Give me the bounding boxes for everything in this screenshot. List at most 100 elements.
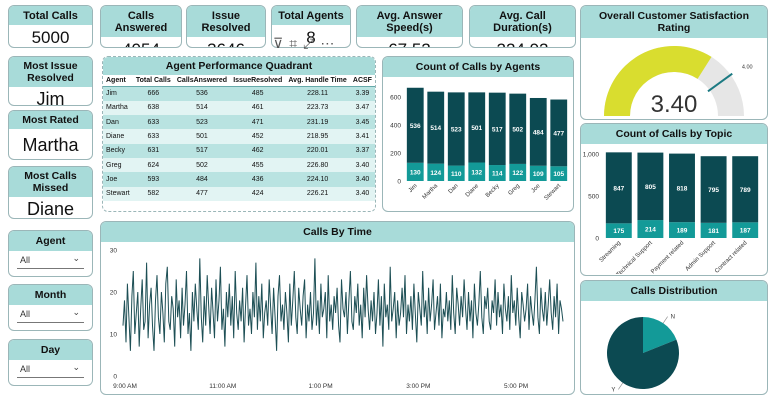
table-cell: Stewart bbox=[103, 186, 133, 201]
data-label: 175 bbox=[613, 228, 624, 235]
data-label: 214 bbox=[645, 227, 656, 234]
slicer-month[interactable]: Month All ⌄ bbox=[8, 284, 93, 331]
table-cell: 638 bbox=[132, 100, 174, 116]
chevron-down-icon: ⌄ bbox=[72, 253, 80, 263]
data-label: 818 bbox=[677, 185, 688, 192]
table-row: Greg 624 502 455 226.80 3.40 bbox=[103, 157, 375, 173]
x-tick-label: 1:00 PM bbox=[308, 383, 332, 390]
data-label: 130 bbox=[410, 169, 421, 176]
data-label: 132 bbox=[471, 169, 482, 176]
chart-title: Count of Calls by Agents bbox=[383, 57, 573, 77]
series-line bbox=[122, 258, 564, 351]
table-cell: 502 bbox=[173, 157, 231, 173]
visual-header-toolbar: ⊽⌗⤢⋯ bbox=[273, 35, 340, 52]
column-header[interactable]: Avg. Handle Time bbox=[285, 75, 350, 87]
data-label: 514 bbox=[430, 125, 441, 132]
table-cell: 3.40 bbox=[349, 186, 375, 201]
data-label: 477 bbox=[553, 130, 564, 137]
y-tick-label: 400 bbox=[390, 123, 401, 130]
expand-icon[interactable]: ⤢ bbox=[303, 35, 320, 51]
calls-by-agents-chart: 0 200 400 600 536 130 Jim 514 124 Martha 523 110 Dan… bbox=[390, 87, 568, 202]
y-tick-label: 0 bbox=[397, 179, 401, 186]
data-label: 501 bbox=[471, 125, 482, 132]
table-cell: 633 bbox=[132, 115, 174, 130]
table-cell: 593 bbox=[132, 172, 174, 187]
chevron-down-icon: ⌄ bbox=[72, 362, 80, 372]
data-label: 847 bbox=[613, 185, 624, 192]
kpi-value: 4054 bbox=[101, 37, 181, 47]
calls-by-topic-chart: 05001,000847175Streaming805214Technical … bbox=[583, 152, 759, 275]
gauge-value: 3.40 bbox=[651, 91, 698, 118]
table-cell: 231.19 bbox=[285, 115, 350, 130]
column-header[interactable]: Total Calls bbox=[132, 75, 174, 87]
table-cell: 477 bbox=[173, 186, 231, 201]
table-cell: 3.37 bbox=[349, 143, 375, 158]
table-cell: 461 bbox=[230, 100, 286, 116]
kpi-value: 67.52 bbox=[357, 37, 462, 47]
column-header[interactable]: CallsAnswered bbox=[173, 75, 231, 87]
calls-by-time-visual: Calls By Time 0 10 20 30 9:00 AM 11:00 AM 1:00… bbox=[100, 221, 575, 395]
table-cell: 226.21 bbox=[285, 186, 350, 201]
gauge-target-label: 4.00 bbox=[742, 65, 753, 71]
x-tick-label: 3:00 PM bbox=[406, 383, 430, 390]
card-most-issue-resolved: Most Issue Resolved Jim bbox=[8, 56, 93, 106]
agent-performance-table: Agent Total Calls CallsAnswered IssueResolv… bbox=[103, 75, 375, 201]
kpi-card-avg-call-duration: Avg. Call Duration(s) 224.92 bbox=[469, 5, 576, 48]
kpi-value: 3646 bbox=[187, 37, 265, 47]
table-cell: 631 bbox=[132, 143, 174, 158]
x-tick-label: Stewart bbox=[544, 183, 563, 202]
data-label: 189 bbox=[677, 228, 688, 235]
card-most-rated: Most Rated Martha bbox=[8, 110, 93, 160]
table-cell: 517 bbox=[173, 143, 231, 158]
satisfaction-gauge-visual: Overall Customer Satisfaction Rating 4.0… bbox=[580, 5, 768, 120]
kpi-title: Avg. Answer Speed(s) bbox=[357, 6, 462, 37]
y-tick-label: 1,000 bbox=[583, 152, 600, 159]
kpi-card-total-calls: Total Calls 5000 bbox=[8, 5, 93, 48]
agent-performance-table-visual[interactable]: Agent Performance Quadrant Agent Total Ca… bbox=[102, 56, 376, 212]
x-tick-label: Diane bbox=[465, 183, 481, 199]
x-tick-label: Joe bbox=[531, 183, 543, 195]
dropdown-value: All bbox=[20, 255, 31, 265]
table-cell: 624 bbox=[132, 157, 174, 173]
slicer-title: Month bbox=[9, 285, 92, 305]
calls-by-time-chart: 0 10 20 30 9:00 AM 11:00 AM 1:00 PM 3:00 PM 5:00… bbox=[110, 248, 564, 390]
table-cell: 424 bbox=[230, 186, 286, 201]
more-options-icon[interactable]: ⋯ bbox=[320, 35, 340, 51]
slicer-agent[interactable]: Agent All ⌄ bbox=[8, 230, 93, 277]
agent-dropdown[interactable]: All ⌄ bbox=[17, 251, 84, 269]
table-cell: 3.39 bbox=[349, 86, 375, 101]
pie-leader-line bbox=[618, 382, 624, 390]
table-body: Jim 666 536 485 228.11 3.39 Martha 638 514 461 223… bbox=[103, 86, 375, 201]
table-cell: 484 bbox=[173, 172, 231, 187]
data-label: 187 bbox=[740, 228, 751, 235]
table-cell: 455 bbox=[230, 157, 286, 173]
kpi-title: Avg. Call Duration(s) bbox=[470, 6, 575, 37]
month-dropdown[interactable]: All ⌄ bbox=[17, 305, 84, 323]
slicer-day[interactable]: Day All ⌄ bbox=[8, 339, 93, 386]
kpi-title: Issue Resolved bbox=[187, 6, 265, 37]
focus-mode-icon[interactable]: ⌗ bbox=[289, 35, 303, 51]
card-value: Jim bbox=[36, 89, 65, 106]
table-cell: 582 bbox=[132, 186, 174, 201]
table-cell: 452 bbox=[230, 129, 286, 144]
table-row: Becky 631 517 462 220.01 3.37 bbox=[103, 143, 375, 158]
x-tick-label: 9:00 AM bbox=[113, 383, 137, 390]
filter-icon[interactable]: ⊽ bbox=[273, 35, 289, 51]
kpi-title: Total Agents bbox=[272, 6, 350, 25]
table-cell: Dan bbox=[103, 115, 133, 130]
table-header-row: Agent Total Calls CallsAnswered IssueResolv… bbox=[103, 75, 375, 87]
table-cell: 462 bbox=[230, 143, 286, 158]
chart-title: Calls Distribution bbox=[581, 281, 767, 301]
table-cell: Greg bbox=[103, 157, 133, 173]
x-tick-label: Streaming bbox=[599, 240, 623, 264]
calls-distribution-visual: Calls Distribution NY bbox=[580, 280, 768, 395]
data-label: 114 bbox=[492, 171, 503, 178]
column-header[interactable]: ACSF bbox=[349, 75, 375, 87]
pie-leader-line bbox=[662, 316, 668, 324]
column-header[interactable]: Agent bbox=[103, 75, 133, 87]
data-label: 517 bbox=[492, 126, 503, 133]
table-row: Martha 638 514 461 223.73 3.47 bbox=[103, 100, 375, 116]
day-dropdown[interactable]: All ⌄ bbox=[17, 360, 84, 378]
column-header[interactable]: IssueResolved bbox=[230, 75, 286, 87]
data-label: 805 bbox=[645, 184, 656, 191]
